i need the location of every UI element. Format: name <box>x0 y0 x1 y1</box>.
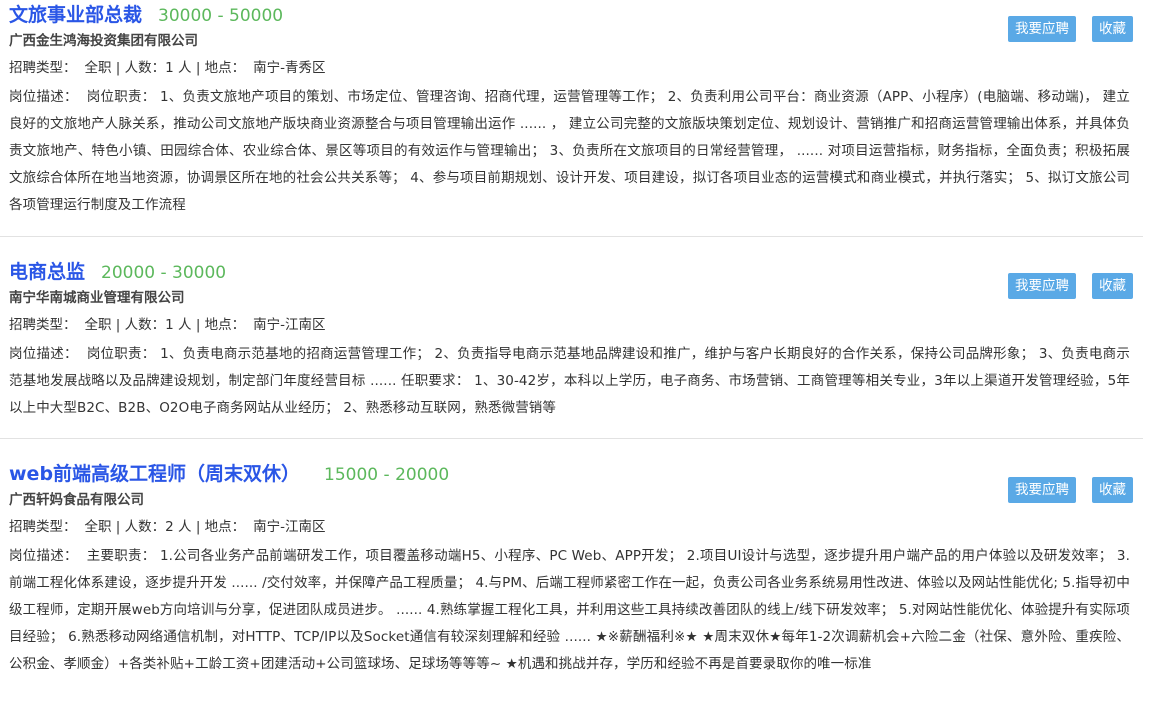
job-location: 南宁-江南区 <box>253 519 326 535</box>
salary: 15000 - 20000 <box>324 465 450 485</box>
job-type: 全职 <box>84 519 112 535</box>
job-card: 电商总监 20000 - 30000 南宁华南城商业管理有限公司 招聘类型： 全职… <box>0 257 1143 422</box>
type-label: 招聘类型： <box>9 60 77 76</box>
favorite-button[interactable]: 收藏 <box>1092 16 1133 42</box>
job-title-link[interactable]: 文旅事业部总裁 <box>9 0 142 27</box>
job-list: 文旅事业部总裁 30000 - 50000 广西金生鸿海投资集团有限公司 招聘类… <box>0 0 1152 715</box>
headcount: 2 人 <box>165 519 192 535</box>
job-title-link[interactable]: web前端高级工程师（周末双休） <box>9 459 300 486</box>
desc-label: 岗位描述： <box>9 89 78 105</box>
job-title-row: web前端高级工程师（周末双休） 15000 - 20000 <box>9 459 1125 487</box>
desc-text: 主要职责： 1.公司各业务产品前端研发工作，项目覆盖移动端H5、小程序、PC W… <box>9 548 1130 672</box>
job-location: 南宁-江南区 <box>253 317 326 333</box>
job-description: 岗位描述： 岗位职责： 1、负责电商示范基地的招商运营管理工作； 2、负责指导电… <box>9 341 1130 422</box>
headcount: 1 人 <box>165 60 192 76</box>
apply-button[interactable]: 我要应聘 <box>1008 16 1076 42</box>
favorite-button[interactable]: 收藏 <box>1092 273 1133 299</box>
desc-label: 岗位描述： <box>9 548 78 564</box>
divider <box>0 438 1143 439</box>
company-name: 广西金生鸿海投资集团有限公司 <box>9 33 198 49</box>
type-label: 招聘类型： <box>9 317 77 333</box>
headcount: 1 人 <box>165 317 192 333</box>
job-type: 全职 <box>84 317 112 333</box>
job-actions: 我要应聘 收藏 <box>1008 477 1133 503</box>
job-location: 南宁-青秀区 <box>253 60 326 76</box>
count-label: 人数： <box>124 519 166 535</box>
job-meta: 招聘类型： 全职 | 人数：1 人 | 地点： 南宁-青秀区 <box>9 60 326 76</box>
job-title-row: 文旅事业部总裁 30000 - 50000 <box>9 0 1125 28</box>
apply-button[interactable]: 我要应聘 <box>1008 477 1076 503</box>
apply-button[interactable]: 我要应聘 <box>1008 273 1076 299</box>
desc-text: 岗位职责： 1、负责文旅地产项目的策划、市场定位、管理咨询、招商代理，运营管理等… <box>9 89 1130 213</box>
divider <box>0 236 1143 237</box>
job-actions: 我要应聘 收藏 <box>1008 273 1133 299</box>
job-title-link[interactable]: 电商总监 <box>9 257 85 284</box>
company-name: 广西轩妈食品有限公司 <box>9 492 144 508</box>
job-description: 岗位描述： 岗位职责： 1、负责文旅地产项目的策划、市场定位、管理咨询、招商代理… <box>9 84 1130 219</box>
count-label: 人数： <box>124 60 166 76</box>
desc-label: 岗位描述： <box>9 346 78 362</box>
job-title-row: 电商总监 20000 - 30000 <box>9 257 1125 285</box>
count-label: 人数： <box>124 317 166 333</box>
job-type: 全职 <box>84 60 112 76</box>
job-card: web前端高级工程师（周末双休） 15000 - 20000 广西轩妈食品有限公… <box>0 459 1143 678</box>
salary: 20000 - 30000 <box>101 263 227 283</box>
desc-text: 岗位职责： 1、负责电商示范基地的招商运营管理工作； 2、负责指导电商示范基地品… <box>9 346 1130 416</box>
job-card: 文旅事业部总裁 30000 - 50000 广西金生鸿海投资集团有限公司 招聘类… <box>0 0 1143 219</box>
favorite-button[interactable]: 收藏 <box>1092 477 1133 503</box>
location-label: 地点： <box>204 519 246 535</box>
type-label: 招聘类型： <box>9 519 77 535</box>
salary: 30000 - 50000 <box>158 6 284 26</box>
job-meta: 招聘类型： 全职 | 人数：2 人 | 地点： 南宁-江南区 <box>9 519 326 535</box>
job-actions: 我要应聘 收藏 <box>1008 16 1133 42</box>
company-name: 南宁华南城商业管理有限公司 <box>9 290 185 306</box>
job-description: 岗位描述： 主要职责： 1.公司各业务产品前端研发工作，项目覆盖移动端H5、小程… <box>9 543 1130 678</box>
job-meta: 招聘类型： 全职 | 人数：1 人 | 地点： 南宁-江南区 <box>9 317 326 333</box>
location-label: 地点： <box>204 317 246 333</box>
location-label: 地点： <box>204 60 246 76</box>
